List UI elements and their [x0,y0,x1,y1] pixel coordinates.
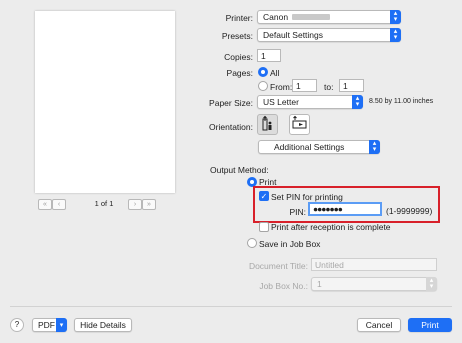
printer-select[interactable]: Canon ▴ ▾ [257,10,401,24]
first-page-button[interactable]: « [38,199,52,210]
pages-all-radio[interactable] [258,67,268,77]
pin-value: ●●●●●●● [313,204,343,214]
presets-value: Default Settings [263,30,324,40]
settings-section-select[interactable]: Additional Settings ▴ ▾ [258,140,380,154]
chevron-down-icon: ▾ [56,318,67,332]
pin-field[interactable]: ●●●●●●● [308,202,382,216]
save-job-box-radio[interactable] [247,238,257,248]
pages-all-label: All [270,68,280,78]
settings-section-value: Additional Settings [274,142,345,152]
landscape-orientation-button[interactable] [289,114,310,135]
chevron-updown-icon: ▴ ▾ [352,95,363,109]
paper-size-select[interactable]: US Letter ▴ ▾ [257,95,363,109]
page-indicator: 1 of 1 [94,199,114,208]
document-title-field[interactable]: Untitled [311,258,437,271]
copies-field[interactable]: 1 [257,49,281,62]
pin-label: PIN: [289,207,306,217]
chevron-updown-icon: ▴ ▾ [390,28,401,42]
save-job-box-label: Save in Job Box [259,239,321,249]
help-button[interactable]: ? [10,318,24,332]
printer-value: Canon [263,12,289,22]
pin-range-hint: (1-9999999) [386,206,433,216]
pdf-menu-button[interactable]: PDF ▾ [32,318,67,332]
printer-label: Printer: [225,13,253,23]
hide-details-button[interactable]: Hide Details [74,318,132,332]
job-box-value: 1 [317,279,322,289]
last-page-button[interactable]: » [142,199,156,210]
copies-label: Copies: [224,52,253,62]
document-title-label: Document Title: [248,261,308,271]
print-after-reception-checkbox[interactable] [259,222,269,232]
printer-name-redacted [292,14,331,20]
pages-to-field[interactable]: 1 [339,79,364,92]
portrait-orientation-button[interactable] [257,114,278,135]
paper-size-label: Paper Size: [209,98,253,108]
set-pin-checkbox[interactable]: ✓ [259,191,269,201]
job-box-select[interactable]: 1 ▴ ▾ [311,277,437,291]
landscape-icon [292,115,307,129]
page-preview [35,11,175,193]
presets-label: Presets: [221,31,253,41]
pages-from-label: From: [270,82,293,92]
presets-select[interactable]: Default Settings ▴ ▾ [257,28,401,42]
print-after-reception-label: Print after reception is complete [271,222,391,232]
pages-to-label: to: [324,82,334,92]
cancel-button[interactable]: Cancel [357,318,401,332]
chevron-updown-icon: ▴ ▾ [369,140,380,154]
pages-from-field[interactable]: 1 [292,79,317,92]
footer-divider [10,306,452,307]
portrait-icon [262,115,272,131]
pages-from-radio[interactable] [258,81,268,91]
prev-page-button[interactable]: ‹ [52,199,66,210]
chevron-updown-icon: ▴ ▾ [390,10,401,24]
output-method-label: Output Method: [210,165,269,175]
chevron-updown-icon: ▴ ▾ [426,277,437,291]
paper-size-dimensions: 8.50 by 11.00 inches [369,98,434,105]
set-pin-label: Set PIN for printing [271,192,343,202]
orientation-label: Orientation: [209,122,253,132]
paper-size-value: US Letter [263,97,299,107]
job-box-label: Job Box No.: [259,281,308,291]
pdf-label: PDF [38,320,55,330]
pages-label: Pages: [226,68,253,78]
print-button[interactable]: Print [408,318,452,332]
next-page-button[interactable]: › [128,199,142,210]
